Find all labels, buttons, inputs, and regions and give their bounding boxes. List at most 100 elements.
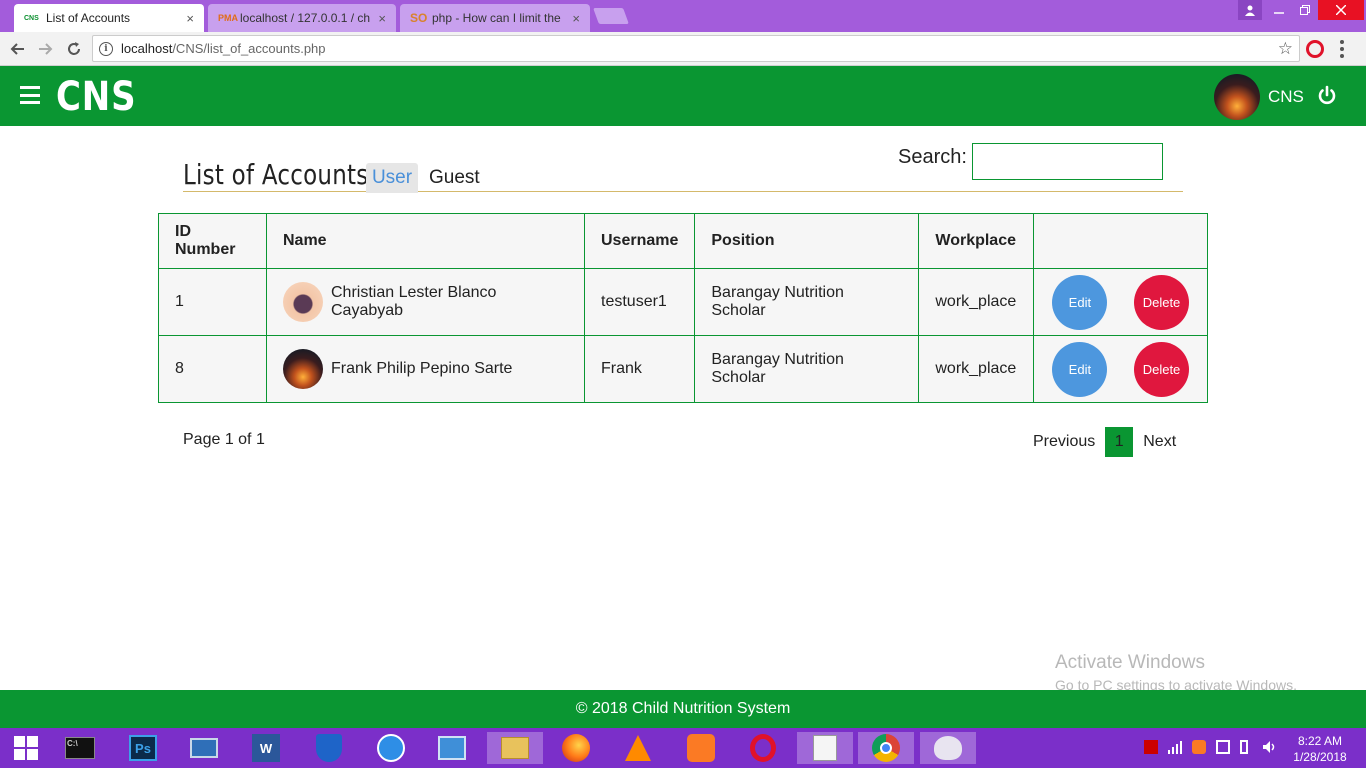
sync-icon[interactable] [375,732,407,764]
minimize-icon[interactable] [1266,0,1292,20]
restore-icon[interactable] [1292,0,1318,20]
delete-button[interactable]: Delete [1134,341,1189,397]
cell-username: Frank [583,335,696,403]
cell-id: 1 [158,268,267,336]
defender-icon[interactable] [313,732,345,764]
edit-button[interactable]: Edit [1052,341,1108,397]
tab-close-icon[interactable]: × [186,11,194,26]
windows-start-icon[interactable] [10,732,42,764]
adobe-tray-icon[interactable] [1144,740,1158,754]
tab-title: List of Accounts [46,11,131,25]
signal-tray-icon[interactable] [1168,740,1184,757]
col-header-username: Username [583,213,696,269]
page-info: Page 1 of 1 [183,431,265,448]
delete-button[interactable]: Delete [1134,274,1189,330]
app-brand[interactable]: CNS [56,74,136,120]
cell-workplace: work_place [918,268,1035,336]
hamburger-menu-icon[interactable] [20,86,40,104]
search-input[interactable] [972,143,1163,180]
account-name: Christian Lester Blanco Cayabyab [331,284,497,319]
firefox-icon[interactable] [560,732,592,764]
chrome-icon[interactable] [858,732,914,764]
search-label: Search: [898,146,967,168]
browser-tab-phpmyadmin[interactable]: PMA localhost / 127.0.0.1 / chi × [208,4,396,32]
clock-time: 8:22 AM [1297,734,1343,748]
cell-actions: Edit Delete [1033,335,1208,403]
avatar [283,282,323,322]
power-logout-icon[interactable] [1316,85,1338,107]
back-arrow-icon[interactable] [5,37,29,61]
photoshop-icon[interactable]: Ps [127,732,159,764]
tab-title: localhost / 127.0.0.1 / chi [240,11,371,25]
browser-toolbar: i localhost/CNS/list_of_accounts.php ☆ [0,32,1366,66]
cell-position: Barangay Nutrition Scholar [694,335,920,403]
clock-date: 1/28/2018 [1293,750,1347,764]
col-header-actions [1033,213,1208,269]
col-header-id: ID Number [158,213,267,269]
volume-tray-icon[interactable] [1262,740,1278,757]
browser-tab-list-of-accounts[interactable]: CNS List of Accounts × [14,4,204,32]
tab-user[interactable]: User [366,163,418,193]
paint-icon[interactable] [920,732,976,764]
notepad-icon[interactable] [797,732,853,764]
table-row: 8 Frank Philip Pepino Sarte Frank Barang… [158,335,1208,403]
main-content: List of Accounts User Guest Search: ID N… [0,126,1366,690]
previous-page-link[interactable]: Previous [1033,433,1095,451]
browser-tab-stackoverflow[interactable]: SO php - How can I limit the × [400,4,590,32]
forward-arrow-icon[interactable] [34,37,58,61]
cell-name: Frank Philip Pepino Sarte [266,335,585,403]
network-tray-icon[interactable] [1216,740,1230,754]
edit-button[interactable]: Edit [1052,274,1108,330]
opera-icon[interactable] [747,732,779,764]
control-panel-icon[interactable] [436,732,468,764]
tab-guest[interactable]: Guest [429,167,480,189]
profile-icon[interactable] [1238,0,1262,20]
new-tab-button[interactable] [593,8,629,24]
stackoverflow-favicon-icon: SO [410,11,428,25]
opera-extension-icon[interactable] [1306,40,1324,58]
footer: © 2018 Child Nutrition System [0,690,1366,728]
col-header-name: Name [266,213,585,269]
site-info-icon[interactable]: i [99,41,113,56]
col-header-position: Position [694,213,920,269]
col-header-workplace: Workplace [918,213,1035,269]
window-close-icon[interactable] [1318,0,1364,20]
file-explorer-icon[interactable] [487,732,543,764]
page-title: List of Accounts [183,158,369,191]
cell-position: Barangay Nutrition Scholar [694,268,920,336]
user-name[interactable]: CNS [1268,87,1304,107]
heading-row: List of Accounts User Guest Search: [183,143,1183,193]
address-bar[interactable]: i localhost/CNS/list_of_accounts.php ☆ [92,35,1300,62]
avatar [283,349,323,389]
cell-actions: Edit Delete [1033,268,1208,336]
xampp-icon[interactable] [685,732,717,764]
cns-favicon-icon: CNS [24,14,39,22]
tab-close-icon[interactable]: × [378,11,386,26]
table-header-row: ID Number Name Username Position Workpla… [158,213,1208,269]
page-number-current[interactable]: 1 [1105,427,1134,457]
xampp-tray-icon[interactable] [1192,740,1206,754]
cell-workplace: work_place [918,335,1035,403]
bookmark-star-icon[interactable]: ☆ [1278,39,1293,59]
reload-icon[interactable] [62,37,86,61]
table-row: 1 Christian Lester Blanco Cayabyab testu… [158,268,1208,336]
cell-name: Christian Lester Blanco Cayabyab [266,268,585,336]
cell-id: 8 [158,335,267,403]
next-page-link[interactable]: Next [1143,433,1176,451]
browser-tabstrip: CNS List of Accounts × PMA localhost / 1… [0,0,1366,32]
cmd-icon[interactable]: C:\ [64,732,96,764]
word-icon[interactable]: W [250,732,282,764]
vlc-icon[interactable] [622,732,654,764]
windows-taskbar: C:\ Ps W 8:22 AM 1/28/2018 [0,728,1366,768]
battery-tray-icon[interactable] [1240,740,1248,754]
url-text: localhost/CNS/list_of_accounts.php [121,41,326,56]
remote-desktop-icon[interactable] [188,732,220,764]
tab-close-icon[interactable]: × [572,11,580,26]
browser-menu-icon[interactable] [1340,40,1344,58]
cell-username: testuser1 [583,268,696,336]
user-avatar[interactable] [1214,74,1260,120]
account-name: Frank Philip Pepino Sarte [331,360,513,377]
watermark-title: Activate Windows [1055,652,1205,673]
system-clock[interactable]: 8:22 AM 1/28/2018 [1290,733,1350,765]
tab-title: php - How can I limit the [432,11,561,25]
